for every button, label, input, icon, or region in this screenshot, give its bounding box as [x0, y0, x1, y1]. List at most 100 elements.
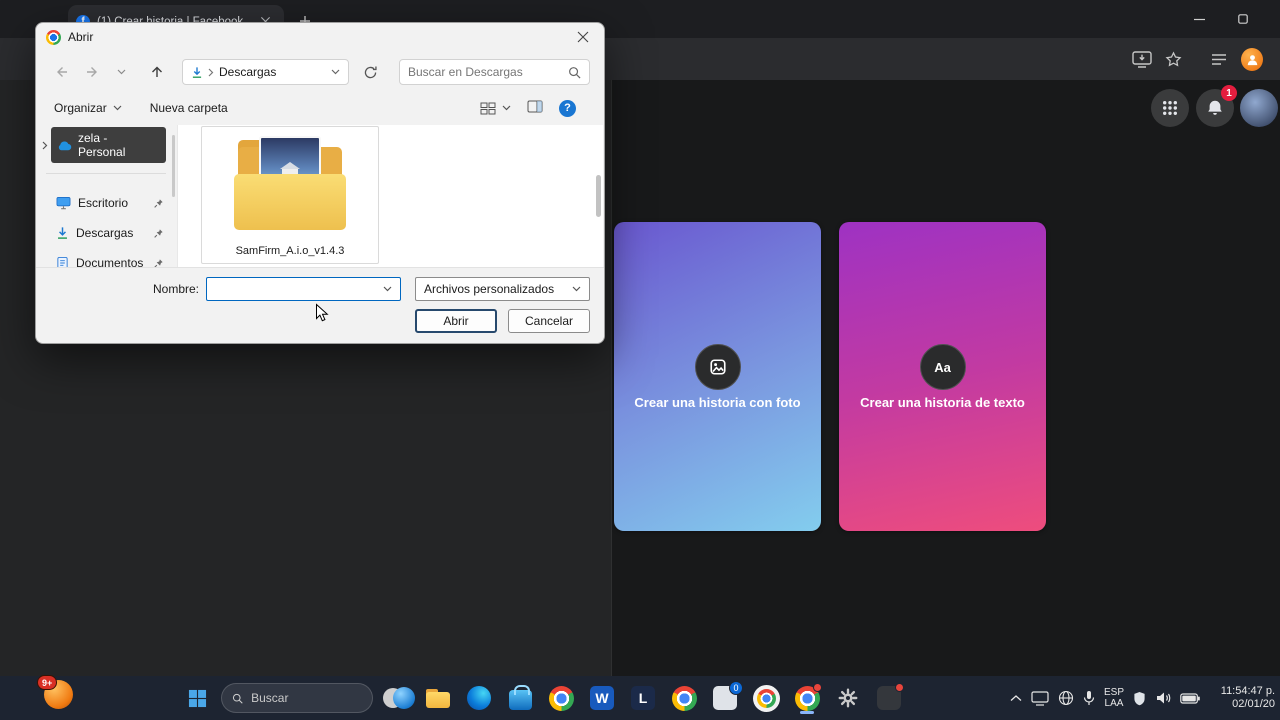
taskbar: W L 0 — [0, 676, 1280, 720]
bookmark-star-icon[interactable] — [1162, 48, 1184, 70]
sidebar-item-onedrive-selected: zela - Personal — [51, 127, 166, 163]
chrome-button-1[interactable] — [544, 681, 578, 715]
new-folder-button[interactable]: Nueva carpeta — [150, 101, 228, 115]
taskbar-search-input[interactable] — [251, 691, 362, 705]
dialog-titlebar[interactable]: Abrir — [36, 23, 604, 51]
chevron-down-icon — [113, 105, 122, 111]
word-icon: W — [590, 686, 614, 710]
dialog-search-input[interactable] — [408, 65, 563, 79]
refresh-button[interactable] — [359, 61, 381, 83]
filetype-combobox[interactable]: Archivos personalizados — [415, 277, 590, 301]
l-app-button[interactable]: L — [626, 681, 660, 715]
volume-button[interactable] — [1155, 691, 1171, 705]
battery-icon[interactable] — [1180, 692, 1200, 704]
fb-profile-avatar[interactable] — [1240, 89, 1278, 127]
forward-button[interactable] — [82, 61, 104, 83]
dialog-search-box[interactable] — [399, 59, 590, 85]
filename-combobox[interactable] — [206, 277, 401, 301]
back-button[interactable] — [50, 61, 72, 83]
notification-dot — [813, 683, 822, 692]
pin-icon — [153, 198, 164, 209]
settings-button[interactable] — [831, 681, 865, 715]
create-photo-story-card[interactable]: Crear una historia con foto — [614, 222, 821, 531]
tree-expander-icon[interactable] — [42, 141, 48, 150]
view-options-button[interactable] — [480, 101, 511, 115]
file-list-scrollbar[interactable] — [596, 175, 601, 217]
sidebar-scrollbar[interactable] — [172, 135, 175, 197]
corner-app-button[interactable]: 9+ — [37, 675, 73, 709]
badged-app-button[interactable]: 0 — [708, 681, 743, 715]
command-bar-right: ? — [480, 99, 586, 117]
cast-tray-button[interactable] — [1031, 690, 1049, 706]
photo-story-icon — [694, 344, 741, 390]
windows-logo-icon — [188, 689, 206, 707]
chrome-button-active[interactable] — [790, 681, 824, 715]
tray-time: 11:54:47 p. — [1220, 685, 1275, 697]
sidebar-desktop-label: Escritorio — [78, 196, 129, 210]
chevron-down-icon — [572, 286, 581, 292]
edge-button[interactable] — [462, 681, 496, 715]
word-button[interactable]: W — [585, 681, 619, 715]
chrome-in-circle-icon — [752, 684, 780, 712]
chrome-button-2[interactable] — [667, 681, 701, 715]
sidebar-item-onedrive[interactable]: zela - Personal — [42, 127, 166, 163]
store-button[interactable] — [503, 681, 537, 715]
recent-locations-chevron-icon[interactable] — [114, 61, 128, 83]
chevron-down-icon[interactable] — [383, 286, 392, 292]
shield-tray-button[interactable] — [1133, 691, 1146, 706]
cancel-button[interactable]: Cancelar — [508, 309, 590, 333]
clock[interactable]: 11:54:47 p. 02/01/20 — [1209, 685, 1275, 711]
dark-app-button[interactable] — [872, 681, 906, 715]
create-text-story-card[interactable]: Aa Crear una historia de texto — [839, 222, 1046, 531]
sidebar-item-documents[interactable]: Documentos — [56, 251, 174, 267]
up-button[interactable] — [146, 61, 168, 83]
browser-profile-avatar[interactable] — [1241, 47, 1263, 71]
dialog-command-bar: Organizar Nueva carpeta ? — [36, 93, 604, 123]
language-indicator[interactable]: ESP LAA — [1104, 687, 1124, 709]
chrome-icon — [671, 685, 697, 711]
tray-date: 02/01/20 — [1232, 698, 1275, 710]
chrome-button-3[interactable] — [749, 681, 783, 715]
text-story-label: Crear una historia de texto — [860, 395, 1025, 410]
widgets-button[interactable] — [380, 683, 415, 713]
window-minimize-button[interactable] — [1188, 8, 1210, 30]
chrome-logo-icon — [46, 29, 61, 45]
text-story-icon: Aa — [919, 344, 966, 390]
start-button[interactable] — [180, 681, 214, 715]
taskbar-search[interactable] — [221, 683, 373, 713]
screen: f (1) Crear historia | Facebook — [0, 0, 1280, 720]
new-folder-label: Nueva carpeta — [149, 101, 228, 115]
sidebar-item-desktop[interactable]: Escritorio — [56, 191, 174, 215]
organize-button[interactable]: Organizar — [54, 101, 122, 115]
preview-pane-button[interactable] — [527, 100, 543, 116]
close-icon — [577, 31, 589, 43]
open-button[interactable]: Abrir — [415, 309, 497, 333]
notifications-button[interactable]: 1 — [1196, 85, 1237, 127]
address-chevron-down-icon[interactable] — [331, 69, 340, 75]
chevron-down-icon — [502, 105, 511, 111]
cast-icon[interactable] — [1131, 48, 1153, 70]
file-tile[interactable]: SamFirm_A.i.o_v1.4.3 — [201, 126, 379, 264]
active-app-indicator — [800, 711, 814, 714]
filetype-value: Archivos personalizados — [424, 282, 555, 296]
preview-pane-icon — [527, 100, 543, 113]
tray-chevron-up-button[interactable] — [1010, 694, 1022, 702]
filename-input[interactable] — [215, 282, 379, 296]
browser-menu-lines-icon[interactable] — [1208, 48, 1230, 70]
window-maximize-button[interactable] — [1232, 8, 1254, 30]
address-bar[interactable]: Descargas — [182, 59, 349, 85]
file-explorer-button[interactable] — [421, 681, 455, 715]
help-button[interactable]: ? — [559, 99, 576, 117]
dialog-close-button[interactable] — [568, 26, 598, 48]
microphone-tray-button[interactable] — [1083, 690, 1095, 706]
breadcrumb-location[interactable]: Descargas — [219, 65, 326, 79]
system-tray: ESP LAA 11:54:47 p. 02/01/20 — [1010, 676, 1280, 720]
network-globe-button[interactable] — [1058, 690, 1074, 706]
sidebar-item-downloads[interactable]: Descargas — [56, 221, 174, 245]
apps-grid-button[interactable] — [1151, 89, 1189, 127]
dialog-nav-row: Descargas — [36, 55, 604, 89]
sidebar-documents-label: Documentos — [76, 256, 144, 267]
corner-notification-badge: 9+ — [37, 675, 58, 690]
language-code: ESP — [1103, 687, 1124, 698]
breadcrumb-chevron-icon — [208, 68, 214, 76]
